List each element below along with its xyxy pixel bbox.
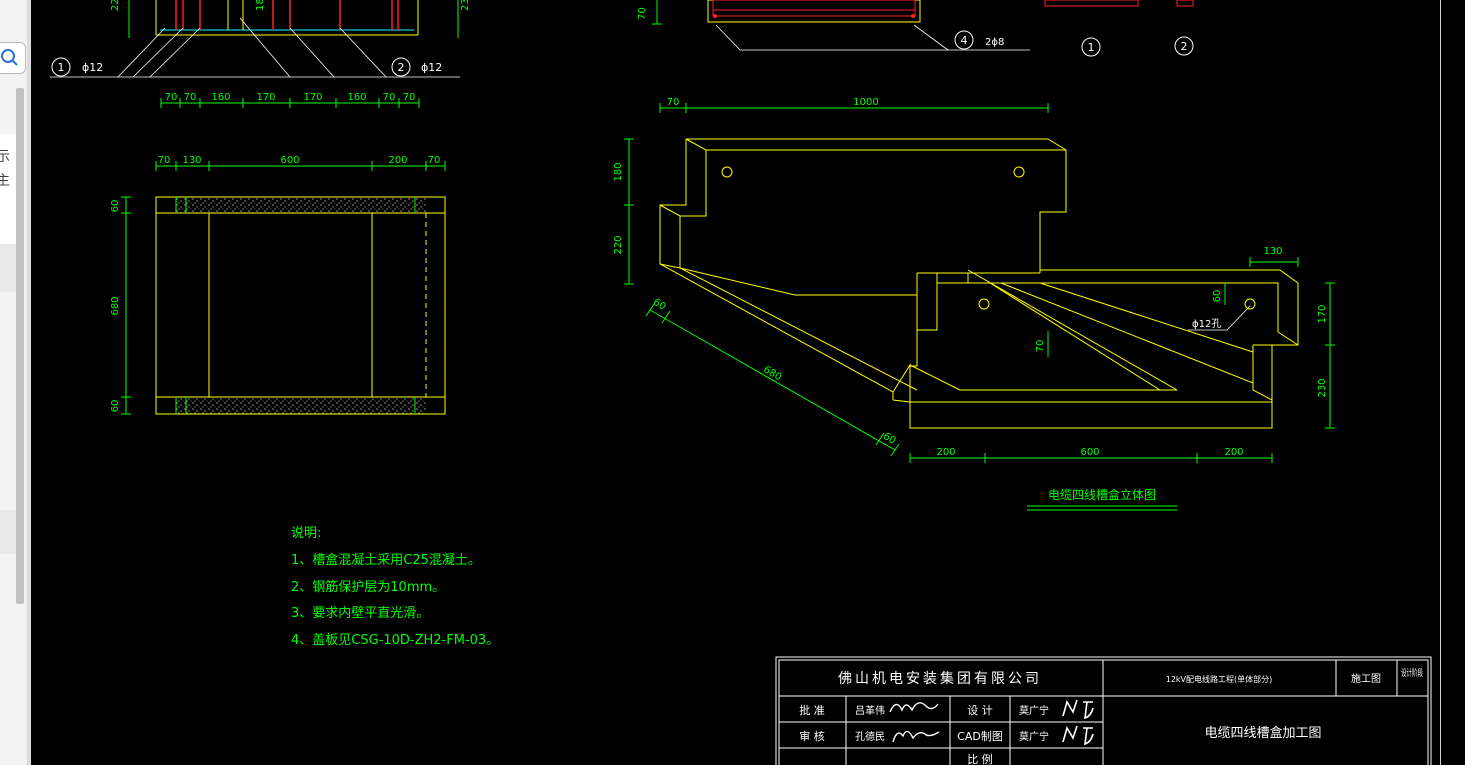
canvas-border — [1440, 0, 1447, 765]
dim-label: 600 — [1080, 447, 1099, 458]
cad-name: 莫广宁 — [1019, 730, 1049, 743]
dim-label: 60 — [1212, 290, 1223, 303]
side-panel: 示 主 ! — [0, 0, 31, 765]
dim-label: 70 — [637, 7, 648, 20]
dim-label: 70 — [184, 92, 197, 103]
dim-label: 230 — [460, 0, 471, 11]
plan-view: 70 130 600 200 70 60 680 60 — [110, 155, 446, 415]
top-middle-detail: 70 4 2ϕ8 1 2 — [637, 0, 1194, 57]
view-caption: 电缆四线槽盒立体图 — [1048, 487, 1156, 502]
dim-label: 180 — [255, 0, 266, 11]
note-line: 3、要求内壁平直光滑。 — [291, 605, 429, 621]
design-label: 设 计 — [967, 704, 993, 717]
legend-number: 1 — [1088, 41, 1095, 54]
notice-text: 示 主 ! — [0, 134, 16, 244]
notice-char: 主 — [0, 173, 10, 189]
dim-label: 600 — [280, 155, 299, 166]
drawing-title: 电缆四线槽盒加工图 — [1204, 725, 1321, 741]
section-view: 220 180 230 1 ϕ12 2 ϕ12 70 70 160 170 17… — [50, 0, 471, 108]
search-button[interactable] — [0, 42, 26, 74]
callout-text: ϕ12 — [82, 61, 103, 74]
dim-label: 130 — [1263, 246, 1282, 257]
dim-label: 70 — [158, 155, 171, 166]
signature — [1062, 699, 1094, 720]
review-label: 审 核 — [799, 729, 825, 743]
dim-label: 200 — [1224, 447, 1243, 458]
company-name: 佛山机电安装集团有限公司 — [838, 670, 1042, 687]
callout-text: 2ϕ8 — [985, 37, 1004, 48]
notes: 说明: 1、槽盒混凝土采用C25混凝土。 2、钢筋保护层为10mm。 3、要求内… — [291, 526, 499, 648]
dim-label: 70 — [428, 155, 441, 166]
panel-band — [0, 244, 16, 292]
cad-canvas[interactable]: 220 180 230 1 ϕ12 2 ϕ12 70 70 160 170 17… — [31, 0, 1465, 765]
signature — [892, 730, 940, 743]
callout-number: 1 — [58, 61, 65, 74]
note-line: 2、钢筋保护层为10mm。 — [291, 579, 445, 595]
dim-label: 230 — [1317, 378, 1328, 397]
dim-label: 180 — [613, 162, 624, 181]
notice-char: ! — [0, 194, 2, 210]
dim-label: 170 — [303, 92, 322, 103]
search-icon — [1, 49, 18, 66]
callout-number: 2 — [398, 61, 405, 74]
approve-label: 批 准 — [799, 703, 825, 717]
design-name: 莫广宁 — [1019, 704, 1049, 717]
notice-char: 示 — [0, 149, 10, 165]
dim-label: 130 — [182, 155, 201, 166]
project-name: 12kV配电线路工程(单体部分) — [1166, 674, 1273, 684]
dim-label: 220 — [110, 0, 121, 11]
note-line: 4、盖板见CSG-10D-ZH2-FM-03。 — [291, 633, 499, 648]
design-stage: 设计阶段 — [1401, 667, 1423, 679]
cad-label: CAD制图 — [957, 730, 1003, 743]
legend-number: 2 — [1181, 40, 1188, 53]
dim-label: 160 — [211, 92, 230, 103]
approve-name: 吕革伟 — [855, 704, 885, 717]
dim-label: 60 — [110, 400, 121, 413]
dim-label: 200 — [936, 447, 955, 458]
drawing: 220 180 230 1 ϕ12 2 ϕ12 70 70 160 170 17… — [50, 0, 1432, 765]
dim-label: 70 — [403, 92, 416, 103]
scale-label: 比 例 — [967, 752, 993, 765]
signature — [1062, 725, 1094, 746]
panel-scrollbar[interactable] — [16, 88, 24, 604]
stage-label: 施工图 — [1351, 672, 1381, 685]
note-line: 1、槽盒混凝土采用C25混凝土。 — [291, 552, 481, 568]
isometric-view: 70 1000 180 220 60 680 60 130 60 ϕ12孔 70… — [613, 97, 1335, 511]
dim-label: 1000 — [853, 97, 878, 108]
notes-title: 说明: — [291, 526, 321, 541]
dim-label: 70 — [667, 97, 680, 108]
dim-label: 60 — [651, 297, 668, 313]
hole-label: ϕ12孔 — [1192, 318, 1221, 330]
panel-band — [0, 510, 16, 554]
review-name: 孔德民 — [855, 730, 885, 743]
dim-label: 60 — [110, 200, 121, 213]
callout-text: ϕ12 — [421, 61, 442, 74]
dim-label: 70 — [383, 92, 396, 103]
dim-label: 160 — [347, 92, 366, 103]
dim-label: 170 — [256, 92, 275, 103]
dim-label: 70 — [1035, 340, 1046, 353]
dim-label: 70 — [165, 92, 178, 103]
callout-number: 4 — [961, 34, 968, 47]
signature — [889, 702, 939, 713]
dim-label: 170 — [1317, 304, 1328, 323]
dim-label: 680 — [761, 364, 783, 383]
dim-label: 680 — [110, 296, 121, 315]
dim-label: 200 — [388, 155, 407, 166]
dim-label: 220 — [613, 235, 624, 254]
title-block: 佛山机电安装集团有限公司 12kV配电线路工程(单体部分) 施工图 设计阶段 批… — [775, 656, 1432, 765]
